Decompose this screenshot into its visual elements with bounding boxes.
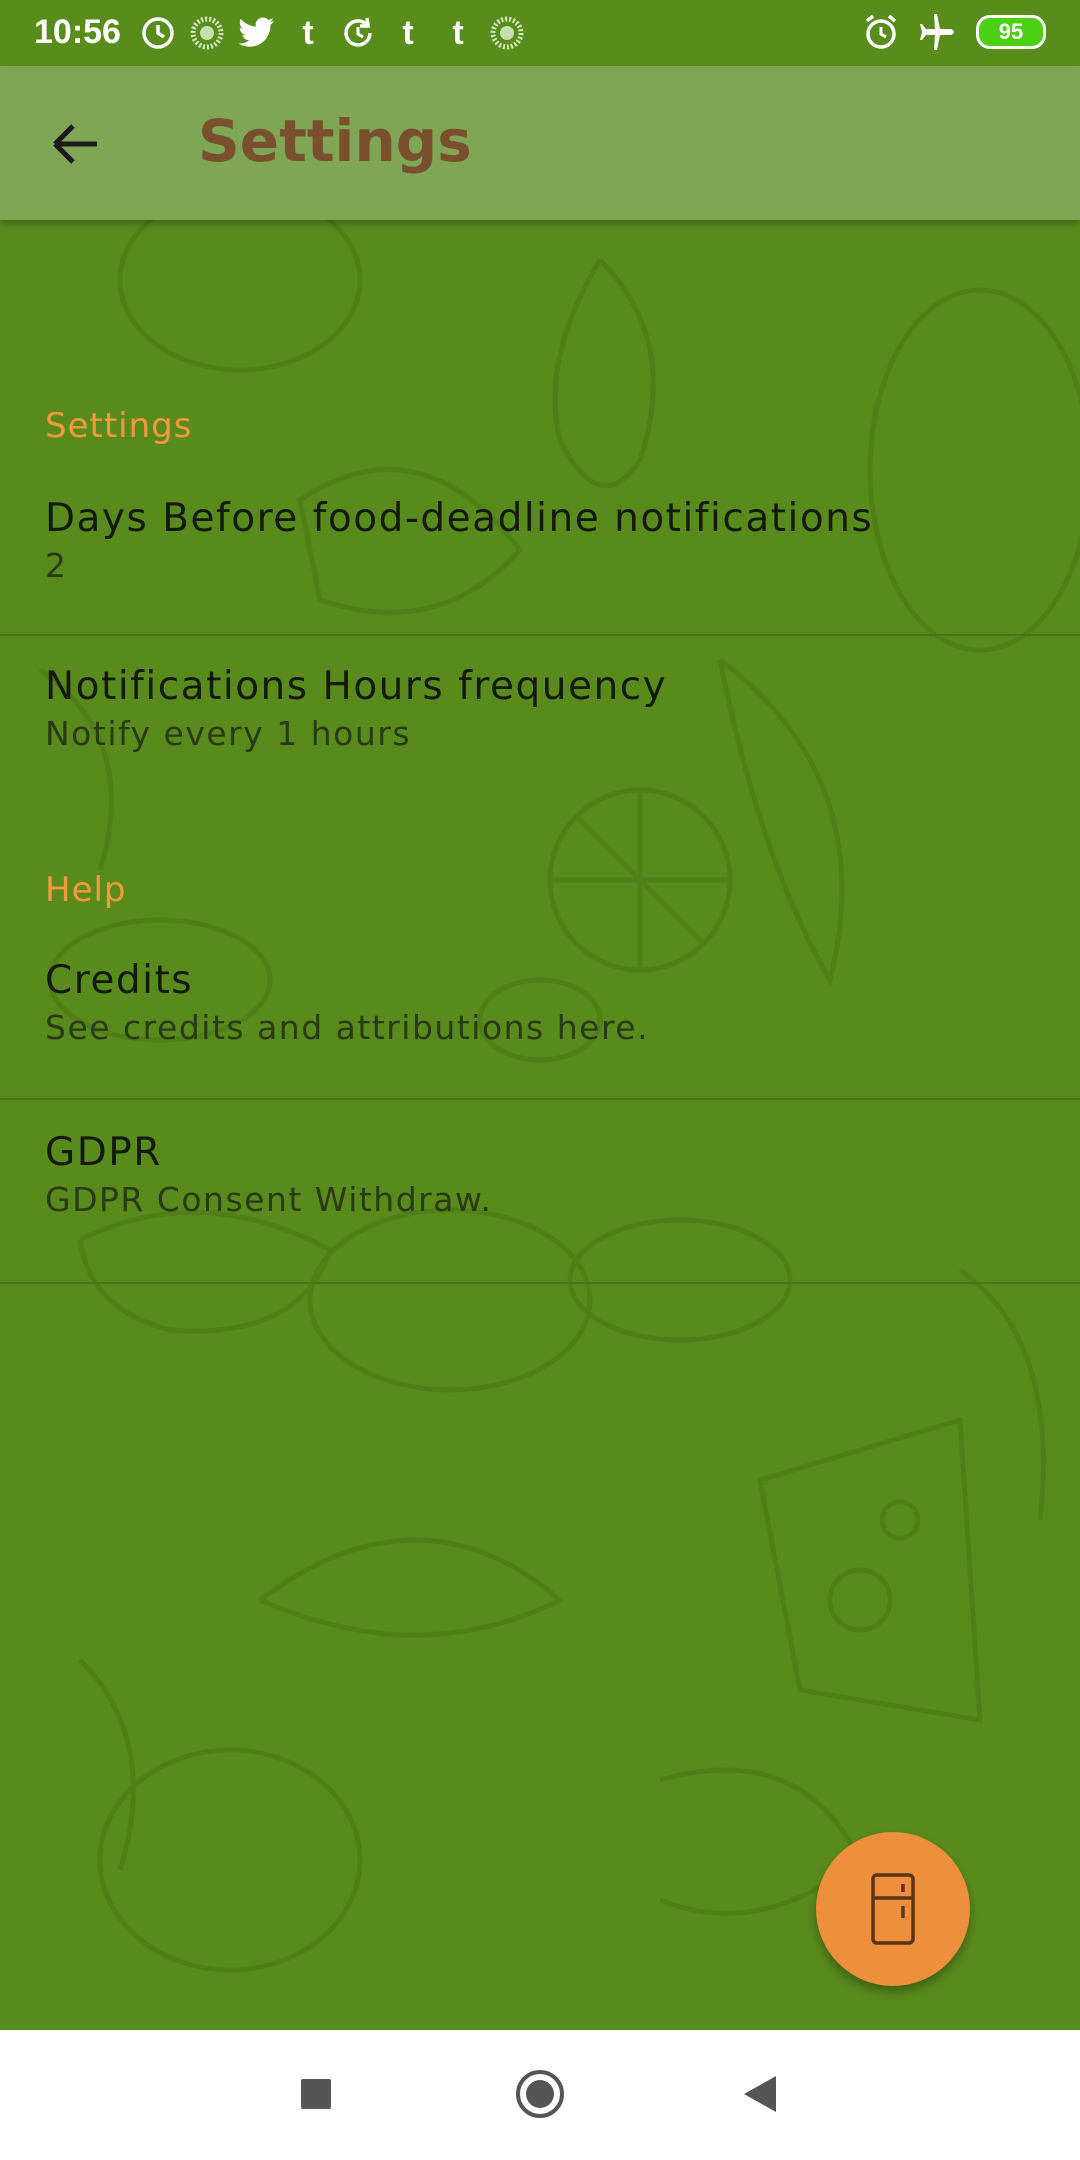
alarm-clock-badge-icon bbox=[140, 15, 176, 51]
dotted-circle-icon bbox=[190, 16, 224, 50]
page-title: Settings bbox=[198, 107, 472, 175]
recents-button[interactable] bbox=[280, 2058, 352, 2130]
pref-gdpr[interactable]: GDPR GDPR Consent Withdraw. bbox=[0, 1100, 1080, 1282]
tumblr-icon: t bbox=[402, 13, 414, 52]
dotted-circle-icon bbox=[490, 16, 524, 50]
system-icons: 95 bbox=[862, 12, 1046, 52]
pref-title: GDPR bbox=[45, 1130, 162, 1175]
fridge-icon bbox=[871, 1873, 915, 1945]
pref-title: Credits bbox=[45, 958, 194, 1003]
tumblr-icon: t bbox=[452, 13, 464, 52]
status-bar: 10:56 t t t 95 bbox=[0, 0, 1080, 66]
back-button[interactable] bbox=[38, 106, 114, 182]
pref-summary: 2 bbox=[45, 546, 68, 585]
pref-notification-frequency[interactable]: Notifications Hours frequency Notify eve… bbox=[0, 636, 1080, 786]
status-time: 10:56 bbox=[34, 13, 121, 51]
pref-credits[interactable]: Credits See credits and attributions her… bbox=[0, 930, 1080, 1098]
navigation-bar bbox=[0, 2030, 1080, 2160]
pref-summary: See credits and attributions here. bbox=[45, 1008, 650, 1047]
back-triangle-icon bbox=[744, 2076, 776, 2112]
pref-days-before-deadline[interactable]: Days Before food-deadline notifications … bbox=[0, 470, 1080, 655]
notification-icons: t t t bbox=[140, 14, 524, 52]
divider bbox=[0, 1282, 1080, 1284]
pref-summary: GDPR Consent Withdraw. bbox=[45, 1180, 493, 1219]
category-help: Help bbox=[45, 870, 127, 910]
arrow-left-icon bbox=[53, 124, 97, 164]
back-nav-button[interactable] bbox=[724, 2058, 796, 2130]
alarm-icon bbox=[862, 13, 900, 51]
category-settings: Settings bbox=[45, 406, 193, 446]
pref-summary: Notify every 1 hours bbox=[45, 714, 412, 753]
home-circle-icon bbox=[516, 2070, 564, 2118]
airplane-mode-icon bbox=[918, 13, 958, 51]
tumblr-icon: t bbox=[302, 13, 314, 52]
recents-square-icon bbox=[301, 2079, 331, 2109]
refresh-icon bbox=[340, 15, 376, 51]
fridge-fab-button[interactable] bbox=[816, 1832, 970, 1986]
twitter-icon bbox=[238, 16, 276, 50]
pref-title: Days Before food-deadline notifications bbox=[45, 496, 874, 541]
pref-title: Notifications Hours frequency bbox=[45, 664, 668, 709]
home-button[interactable] bbox=[504, 2058, 576, 2130]
battery-icon: 95 bbox=[976, 15, 1046, 49]
app-bar: Settings bbox=[0, 66, 1080, 220]
